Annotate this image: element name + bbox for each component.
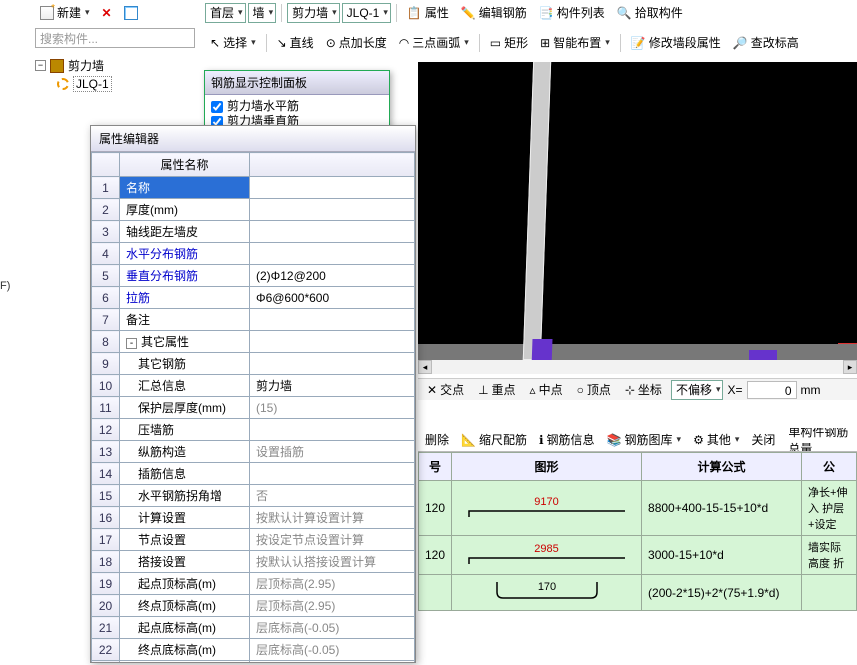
col-formula[interactable]: 计算公式 — [642, 453, 802, 481]
prop-row[interactable]: 14插筋信息 — [92, 463, 415, 485]
pick-member-button[interactable]: 🔍拾取构件 — [612, 1, 688, 24]
tb-other[interactable]: ⚙其他▾ — [688, 428, 744, 451]
property-editor: 属性编辑器 属性名称 1名称2厚度(mm)3轴线距左墙皮4水平分布钢筋5垂直分布… — [90, 125, 416, 663]
mm-label: mm — [801, 383, 821, 397]
prop-row[interactable]: 6拉筋Φ6@600*600 — [92, 287, 415, 309]
prop-row[interactable]: 12压墙筋 — [92, 419, 415, 441]
prop-row[interactable]: 4水平分布钢筋 — [92, 243, 415, 265]
prop-row[interactable]: 11保护层厚度(mm)(15) — [92, 397, 415, 419]
prop-row[interactable]: 8-其它属性 — [92, 331, 415, 353]
prop-row[interactable]: 13纵筋构造设置插筋 — [92, 441, 415, 463]
prop-row[interactable]: 1名称 — [92, 177, 415, 199]
prop-row[interactable]: 9其它钢筋 — [92, 353, 415, 375]
tree-child[interactable]: JLQ-1 — [57, 75, 205, 93]
tb-delete[interactable]: 删除 — [420, 428, 454, 451]
left-pane: 搜索构件... −剪力墙 JLQ-1 — [35, 28, 205, 93]
gear-icon — [57, 78, 69, 90]
prop-row[interactable]: 10汇总信息剪力墙 — [92, 375, 415, 397]
doc-icon — [124, 6, 138, 20]
prop-row[interactable]: 7备注 — [92, 309, 415, 331]
tb-info[interactable]: ℹ钢筋信息 — [534, 428, 600, 451]
prop-row[interactable]: 15水平钢筋拐角增否 — [92, 485, 415, 507]
copy-button[interactable] — [119, 3, 143, 23]
svg-text:170: 170 — [537, 581, 555, 593]
checkbox-icon[interactable] — [211, 101, 223, 113]
col-note[interactable]: 公 — [802, 453, 857, 481]
prop-row[interactable]: 18搭接设置按默认认搭接设置计算 — [92, 551, 415, 573]
axis-line — [838, 343, 857, 344]
query-tool[interactable]: 🔎查改标高 — [728, 31, 804, 54]
floor-combo[interactable]: 首层▾ — [205, 3, 246, 23]
toolbar-row-1: 新建▾ ✕ 首层▾ 墙▾ 剪力墙▾ JLQ-1▾ 📋属性 ✏️编辑钢筋 📑构件列… — [0, 0, 857, 25]
delete-button[interactable]: ✕ — [97, 3, 117, 23]
member-combo[interactable]: JLQ-1▾ — [342, 3, 391, 23]
marker — [749, 350, 777, 360]
wall-icon — [50, 59, 64, 73]
ground-plane — [418, 344, 857, 360]
snap-perp[interactable]: ⊥重点 — [473, 378, 520, 401]
wall-element[interactable] — [523, 62, 551, 360]
panel-check-0[interactable]: 剪力墙水平筋 — [211, 99, 383, 114]
x-value[interactable]: 0 — [747, 381, 797, 399]
snap-coord[interactable]: ⊹坐标 — [620, 378, 667, 401]
smart-tool[interactable]: ⊞智能布置▾ — [535, 31, 615, 54]
tree-root[interactable]: −剪力墙 — [35, 56, 205, 75]
h-scrollbar[interactable]: ◂▸ — [418, 360, 857, 374]
edit-rebar-button[interactable]: ✏️编辑钢筋 — [456, 1, 532, 24]
collapse-icon[interactable]: − — [35, 60, 46, 71]
snap-intersect[interactable]: ✕交点 — [422, 378, 469, 401]
grid-row[interactable]: 120 9170 8800+400-15-15+10*d 净长+伸入 护层+设定 — [419, 481, 857, 536]
prop-row[interactable]: 20终点顶标高(m)层顶标高(2.95) — [92, 595, 415, 617]
arc-tool[interactable]: ◠三点画弧▾ — [394, 31, 474, 54]
tb-total: 单构件钢筋总量 — [788, 428, 855, 452]
dropdown-icon: ▾ — [85, 7, 90, 18]
select-tool[interactable]: ↖选择▾ — [205, 31, 261, 54]
result-toolbar: 删除 📐缩尺配筋 ℹ钢筋信息 📚钢筋图库▾ ⚙其他▾ 关闭 单构件钢筋总量 — [418, 428, 857, 452]
prop-row[interactable]: 17节点设置按设定节点设置计算 — [92, 529, 415, 551]
prop-row[interactable]: 16计算设置按默认计算设置计算 — [92, 507, 415, 529]
result-grid: 号 图形 计算公式 公 120 9170 8800+400-15-15+10*d… — [418, 452, 857, 665]
line-tool[interactable]: ↘直线 — [272, 31, 319, 54]
rect-tool[interactable]: ▭矩形 — [485, 31, 533, 54]
panel-title[interactable]: 钢筋显示控制面板 — [205, 71, 389, 95]
offset-combo[interactable]: 不偏移▾ — [671, 380, 724, 400]
wallprop-tool[interactable]: 📝修改墙段属性 — [626, 31, 726, 54]
toolbar-row-2: ↖选择▾ ↘直线 ⊙点加长度 ◠三点画弧▾ ▭矩形 ⊞智能布置▾ 📝修改墙段属性… — [205, 30, 857, 55]
prop-row[interactable]: 2厚度(mm) — [92, 199, 415, 221]
x-label: X= — [727, 383, 742, 397]
tb-scale[interactable]: 📐缩尺配筋 — [456, 428, 532, 451]
margin-text: F) — [0, 280, 10, 292]
new-button[interactable]: 新建▾ — [35, 1, 95, 24]
prop-row[interactable]: 21起点底标高(m)层底标高(-0.05) — [92, 617, 415, 639]
extend-tool[interactable]: ⊙点加长度 — [321, 31, 392, 54]
snap-mid[interactable]: ▵中点 — [525, 378, 568, 401]
prop-row[interactable]: 5垂直分布钢筋(2)Φ12@200 — [92, 265, 415, 287]
prop-row[interactable]: 3轴线距左墙皮 — [92, 221, 415, 243]
prop-row[interactable]: 19起点顶标高(m)层顶标高(2.95) — [92, 573, 415, 595]
tb-lib[interactable]: 📚钢筋图库▾ — [602, 428, 687, 451]
search-input[interactable]: 搜索构件... — [35, 28, 195, 48]
member-list-button[interactable]: 📑构件列表 — [534, 1, 610, 24]
propwin-titlebar[interactable]: 属性编辑器 — [91, 126, 415, 152]
snap-end[interactable]: ○顶点 — [572, 378, 616, 401]
col-num[interactable]: 号 — [419, 453, 452, 481]
prop-row[interactable]: 22终点底标高(m)层底标高(-0.05) — [92, 639, 415, 661]
snap-status-bar: ✕交点 ⊥重点 ▵中点 ○顶点 ⊹坐标 不偏移▾ X= 0 mm — [418, 378, 857, 400]
grid-row[interactable]: 170 (200-2*15)+2*(75+1.9*d) — [419, 575, 857, 611]
tb-close[interactable]: 关闭 — [746, 428, 780, 451]
grid-row[interactable]: 120 2985 3000-15+10*d 墙实际高度 折 — [419, 536, 857, 575]
category-combo[interactable]: 墙▾ — [248, 3, 277, 23]
member-tree: −剪力墙 JLQ-1 — [35, 56, 205, 93]
col-shape[interactable]: 图形 — [452, 453, 642, 481]
new-icon — [40, 6, 54, 20]
props-button[interactable]: 📋属性 — [402, 1, 454, 24]
prop-row[interactable]: 23+锚固搭接 — [92, 661, 415, 663]
model-viewport[interactable]: ◂▸ — [418, 62, 857, 374]
type-combo[interactable]: 剪力墙▾ — [287, 3, 340, 23]
x-icon: ✕ — [102, 6, 112, 20]
